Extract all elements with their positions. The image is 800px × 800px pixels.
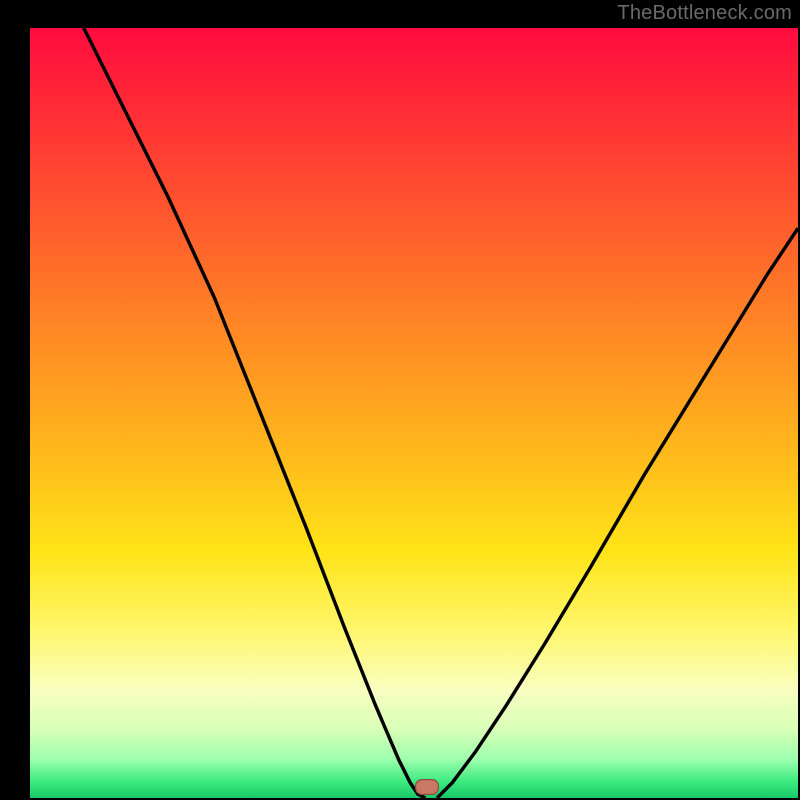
optimal-marker [415, 779, 439, 795]
curve-left-branch [84, 28, 426, 798]
bottleneck-curve [30, 28, 798, 798]
watermark-label: TheBottleneck.com [617, 2, 792, 25]
plot-area [30, 28, 798, 798]
chart-frame: TheBottleneck.com [0, 0, 800, 800]
curve-right-branch [437, 228, 798, 798]
